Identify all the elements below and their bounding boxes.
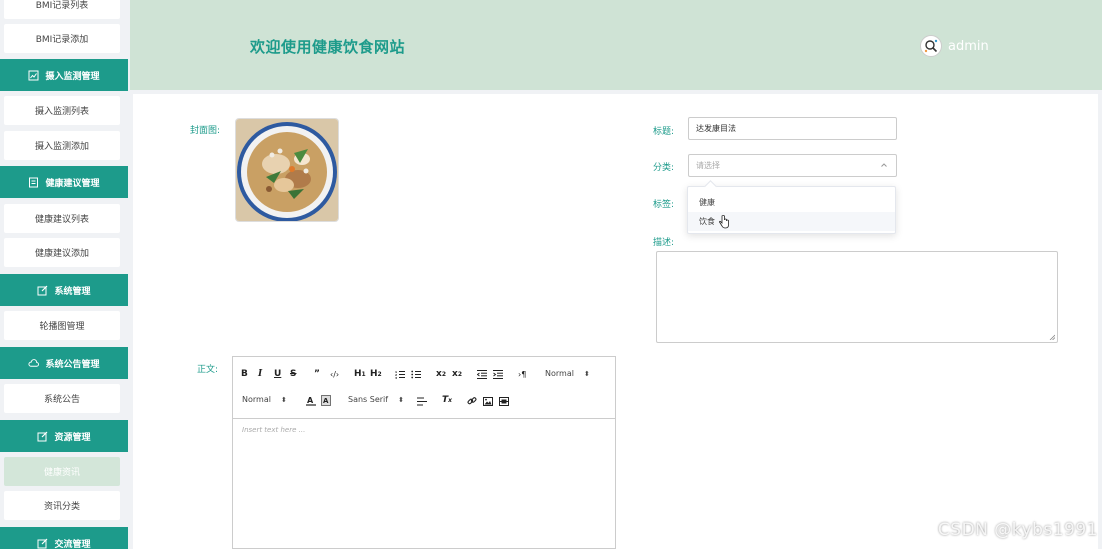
user-menu[interactable]: admin [920, 35, 989, 57]
link-icon[interactable] [467, 394, 477, 408]
sidebar-item-health-news[interactable]: 健康资讯 [4, 457, 120, 486]
updown-arrow-icon: ⬍ [583, 369, 590, 378]
category-select[interactable]: 请选择 [688, 154, 897, 177]
strike-button[interactable]: S [290, 367, 296, 381]
description-label: 描述: [653, 238, 675, 248]
cover-label: 封面图: [190, 126, 221, 136]
updown-arrow-icon: ⬍ [398, 395, 404, 404]
blockquote-button[interactable]: ” [314, 367, 320, 381]
title-label: 标题: [653, 127, 675, 137]
sidebar-group-system[interactable]: 系统管理 [0, 274, 128, 306]
food-bowl-image [236, 119, 338, 221]
editor-placeholder[interactable]: Insert text here ... [242, 426, 305, 434]
dropdown-option-diet[interactable]: 饮食 [688, 212, 895, 231]
background-color-icon[interactable]: A [321, 393, 331, 407]
italic-button[interactable]: I [258, 367, 262, 381]
image-icon[interactable] [483, 394, 493, 408]
top-header: 欢迎使用健康饮食网站 admin [130, 0, 1102, 90]
underline-button[interactable]: U [274, 367, 281, 381]
sidebar-group-resources[interactable]: 资源管理 [0, 420, 128, 452]
description-textarea[interactable] [656, 251, 1058, 343]
resize-grip-icon[interactable] [1049, 334, 1055, 340]
sidebar-item-notice[interactable]: 系统公告 [4, 384, 120, 413]
edit-icon [37, 538, 48, 549]
sidebar-group-intake[interactable]: 摄入监测管理 [0, 59, 128, 91]
ordered-list-icon[interactable]: 123 [395, 367, 405, 381]
svg-text:A: A [307, 396, 314, 405]
document-icon [28, 177, 39, 188]
sidebar-item-news-category[interactable]: 资讯分类 [4, 491, 120, 520]
header-picker[interactable]: Normal ⬍ [545, 369, 590, 378]
superscript-button[interactable]: x2 [452, 367, 462, 381]
updown-arrow-icon: ⬍ [280, 395, 287, 404]
align-icon[interactable] [417, 394, 427, 408]
outdent-icon[interactable] [477, 367, 487, 381]
sidebar: BMI记录列表 BMI记录添加 摄入监测管理 摄入监测列表 摄入监测添加 健康建… [0, 0, 128, 549]
sidebar-group-advice[interactable]: 健康建议管理 [0, 166, 128, 198]
sidebar-item-advice-list[interactable]: 健康建议列表 [4, 204, 120, 233]
clear-format-icon[interactable]: Tx [442, 393, 452, 407]
text-direction-icon[interactable]: ›¶ [518, 367, 526, 381]
indent-icon[interactable] [493, 367, 503, 381]
main-panel: 封面图: 标题: 达发康目法 分类: 请选择 健康 饮食 标签: 描述: 正文:… [133, 94, 1098, 549]
sidebar-item-bmi-add[interactable]: BMI记录添加 [4, 24, 120, 53]
sidebar-item-carousel[interactable]: 轮播图管理 [4, 311, 120, 340]
editor-toolbar: B I U S ” ‹/› H1 H2 123 x2 x2 ›¶ Normal … [233, 357, 615, 419]
body-label: 正文: [197, 365, 219, 375]
bullet-list-icon[interactable] [411, 367, 421, 381]
chevron-up-icon [881, 163, 887, 167]
font-color-icon[interactable]: A [306, 393, 316, 407]
chart-icon [28, 70, 39, 81]
sidebar-item-intake-list[interactable]: 摄入监测列表 [4, 96, 120, 125]
category-dropdown: 健康 饮食 [687, 186, 896, 234]
size-picker[interactable]: Normal ⬍ [242, 395, 287, 404]
hand-cursor-icon [719, 215, 729, 229]
watermark: CSDN @kybs1991 [937, 520, 1098, 540]
search-icon [924, 39, 938, 53]
bold-button[interactable]: B [241, 367, 248, 381]
dropdown-option-health[interactable]: 健康 [688, 193, 895, 212]
cloud-icon [28, 358, 40, 369]
title-input[interactable]: 达发康目法 [688, 117, 897, 140]
username[interactable]: admin [948, 39, 989, 54]
tags-label: 标签: [653, 200, 675, 210]
sidebar-group-exchange[interactable]: 交流管理 [0, 527, 128, 549]
avatar[interactable] [920, 35, 942, 57]
sidebar-group-notice[interactable]: 系统公告管理 [0, 347, 128, 379]
code-button[interactable]: ‹/› [330, 367, 339, 381]
sidebar-item-advice-add[interactable]: 健康建议添加 [4, 238, 120, 267]
subscript-button[interactable]: x2 [436, 367, 446, 381]
svg-text:A: A [323, 397, 329, 405]
edit-icon [37, 285, 48, 296]
cover-image[interactable] [235, 118, 339, 222]
category-label: 分类: [653, 163, 675, 173]
edit-icon [37, 431, 48, 442]
page-title: 欢迎使用健康饮食网站 [250, 38, 406, 56]
font-picker[interactable]: Sans Serif ⬍ [348, 395, 404, 404]
video-icon[interactable] [499, 394, 509, 408]
sidebar-item-intake-add[interactable]: 摄入监测添加 [4, 131, 120, 160]
heading1-button[interactable]: H1 [354, 367, 366, 381]
rich-text-editor: B I U S ” ‹/› H1 H2 123 x2 x2 ›¶ Normal … [232, 356, 616, 549]
sidebar-item-bmi-list[interactable]: BMI记录列表 [4, 0, 120, 19]
svg-text:3: 3 [395, 376, 397, 379]
heading2-button[interactable]: H2 [370, 367, 382, 381]
